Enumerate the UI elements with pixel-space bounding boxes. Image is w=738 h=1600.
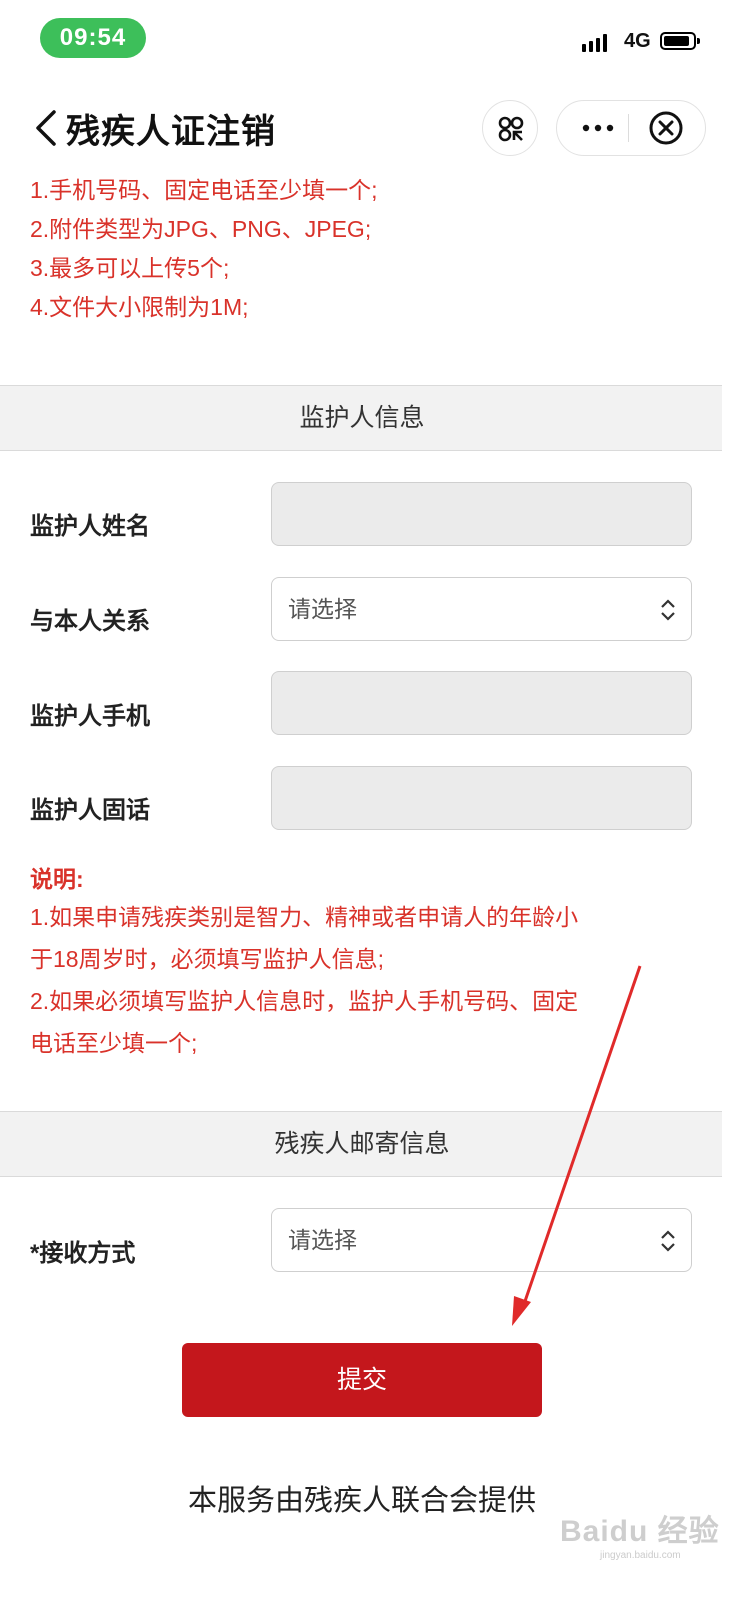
guardian-section-header: 监护人信息 (0, 385, 724, 451)
capsule-divider (628, 114, 629, 142)
explanation-heading: 说明: (30, 866, 84, 892)
network-label: 4G (624, 30, 651, 52)
explanation-block: 说明: 1.如果申请残疾类别是智力、精神或者申请人的年龄小 于18周岁时，必须填… (30, 862, 690, 1064)
mail-section-header: 残疾人邮寄信息 (0, 1111, 724, 1177)
submit-button[interactable]: 提交 (182, 1343, 542, 1417)
note-line: 3.最多可以上传5个; (30, 255, 230, 281)
note-line: 4.文件大小限制为1M; (30, 294, 249, 320)
page-title: 残疾人证注销 (66, 113, 276, 151)
receive-method-label-text: *接收方式 (30, 1240, 136, 1267)
more-icon[interactable] (576, 108, 620, 148)
guardian-landline-label: 监护人固话 (30, 797, 150, 824)
chevron-up-down-icon (661, 1230, 675, 1252)
guardian-landline-field[interactable] (271, 766, 692, 830)
note-line: 1.手机号码、固定电话至少填一个; (30, 177, 378, 203)
battery-icon (660, 32, 700, 50)
guardian-mobile-field[interactable] (271, 671, 692, 735)
explanation-line: 1.如果申请残疾类别是智力、精神或者申请人的年龄小 (30, 904, 579, 930)
relation-label: 与本人关系 (30, 608, 150, 635)
back-icon[interactable] (30, 108, 70, 148)
guardian-name-label: 监护人姓名 (30, 513, 150, 540)
signal-icon (582, 34, 607, 52)
receive-method-label: *接收方式 (30, 1233, 135, 1268)
close-icon[interactable] (646, 108, 686, 148)
receive-method-placeholder: 请选择 (288, 1227, 357, 1253)
relation-placeholder: 请选择 (288, 596, 357, 622)
explanation-line: 电话至少填一个; (30, 1030, 198, 1056)
watermark-url: jingyan.baidu.com (600, 1550, 681, 1561)
relation-select[interactable]: 请选择 (271, 577, 692, 641)
scan-button[interactable] (482, 100, 538, 156)
scan-icon (498, 116, 524, 142)
guardian-name-field[interactable] (271, 482, 692, 546)
guardian-mobile-label: 监护人手机 (30, 703, 150, 730)
right-edge (722, 0, 738, 1600)
watermark-logo: Baidu 经验 (560, 1515, 720, 1548)
note-line: 2.附件类型为JPG、PNG、JPEG; (30, 216, 372, 242)
chevron-up-down-icon (661, 599, 675, 621)
upload-notes: 1.手机号码、固定电话至少填一个; 2.附件类型为JPG、PNG、JPEG; 3… (30, 174, 710, 330)
explanation-line: 2.如果必须填写监护人信息时，监护人手机号码、固定 (30, 988, 579, 1014)
explanation-line: 于18周岁时，必须填写监护人信息; (30, 946, 384, 972)
receive-method-select[interactable]: 请选择 (271, 1208, 692, 1272)
status-time: 09:54 (40, 18, 146, 58)
